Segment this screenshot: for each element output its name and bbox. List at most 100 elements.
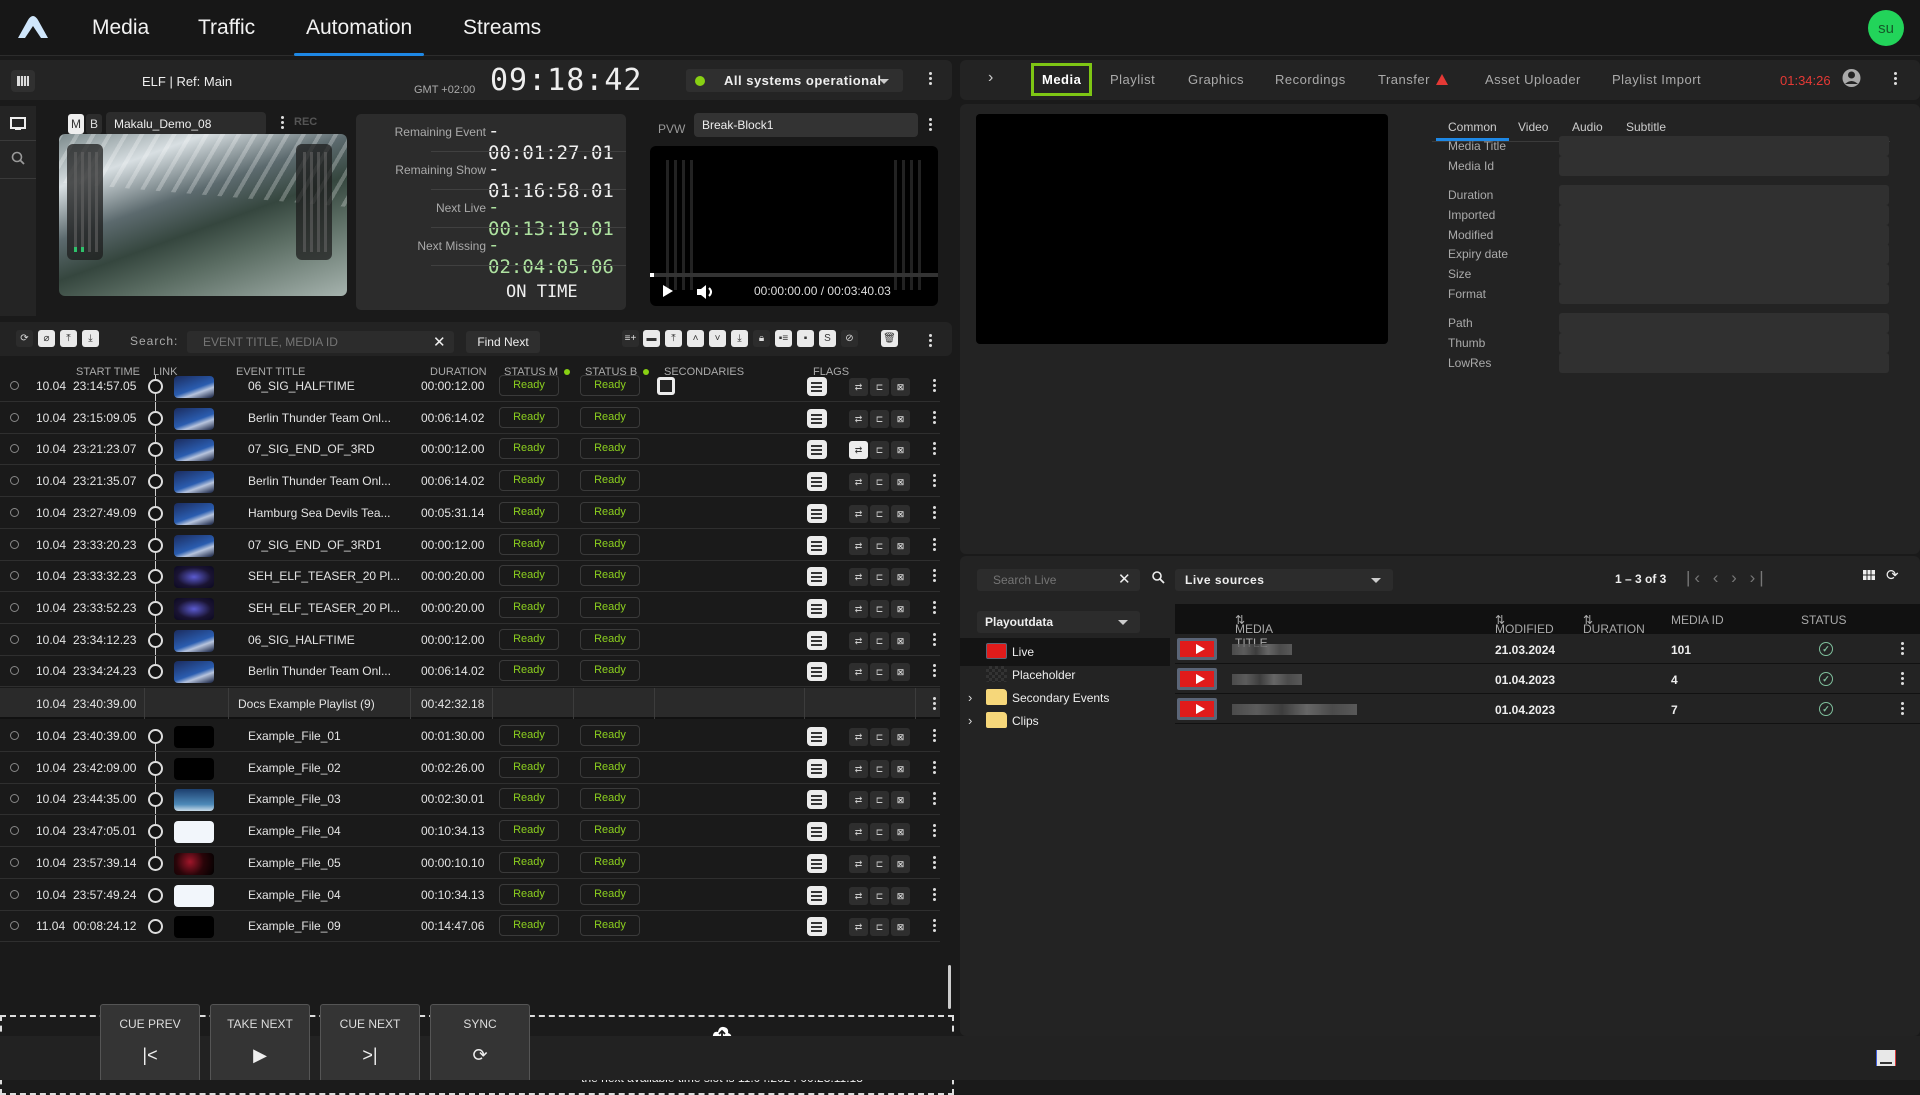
split-flag-icon[interactable]: ⊏ <box>870 759 889 778</box>
row-menu-button[interactable] <box>929 729 939 742</box>
no-image-flag-icon[interactable]: ⊠ <box>891 504 910 523</box>
col-media-id[interactable]: MEDIA ID <box>1671 613 1724 627</box>
rundown-row[interactable]: 10.04 23:33:52.23 SEH_ELF_TEASER_20 Pl... 0… <box>0 593 940 624</box>
playlist-flag-icon[interactable] <box>807 790 827 810</box>
playlist-flag-icon[interactable] <box>807 535 827 555</box>
expand-panel-icon[interactable]: › <box>988 69 994 87</box>
rundown-menu-button[interactable] <box>925 334 935 347</box>
refresh-icon[interactable]: ⟳ <box>16 330 33 347</box>
link-node-icon[interactable] <box>148 792 163 808</box>
split-flag-icon[interactable]: ⊏ <box>870 504 889 523</box>
row-menu-button[interactable] <box>929 569 939 583</box>
clear-search-icon[interactable]: ✕ <box>433 333 446 351</box>
loop-flag-icon[interactable]: ⇄ <box>849 409 868 428</box>
subtab-audio[interactable]: Audio <box>1572 120 1603 134</box>
loop-flag-icon[interactable]: ⇄ <box>849 918 868 937</box>
row-menu-button[interactable] <box>929 919 939 933</box>
layout-toggle-button[interactable] <box>11 70 35 92</box>
playlist-flag-icon[interactable] <box>807 853 827 873</box>
subtab-subtitle[interactable]: Subtitle <box>1626 120 1666 134</box>
library-row-menu-button[interactable] <box>1897 642 1907 655</box>
user-icon[interactable] <box>1842 68 1861 88</box>
row-menu-button[interactable] <box>929 664 939 678</box>
jump-bottom-icon[interactable]: ⤓ <box>82 330 99 347</box>
mode-b-button[interactable]: B <box>86 114 102 134</box>
no-image-flag-icon[interactable]: ⊠ <box>891 791 910 810</box>
library-row[interactable]: 01.04.2023 4 ✓ <box>1175 664 1920 694</box>
split-flag-icon[interactable]: ⊏ <box>870 791 889 810</box>
link-node-icon[interactable] <box>148 569 163 585</box>
link-node-icon[interactable] <box>148 474 163 490</box>
row-menu-button[interactable] <box>929 410 939 424</box>
rundown-row[interactable]: 10.04 23:21:23.07 07_SIG_END_OF_3RD 00:00:1… <box>0 434 940 466</box>
volume-icon[interactable] <box>696 284 716 300</box>
rundown-row[interactable]: 10.04 23:57:49.24 Example_File_04 00:10:34.… <box>0 880 940 911</box>
link-node-icon[interactable] <box>148 410 163 426</box>
tab-playlist[interactable]: Playlist <box>1110 72 1155 87</box>
split-flag-icon[interactable]: ⊏ <box>870 631 889 650</box>
rundown-row[interactable]: 10.04 23:33:20.23 07_SIG_END_OF_3RD1 00:00:… <box>0 530 940 561</box>
split-flag-icon[interactable]: ⊏ <box>870 918 889 937</box>
cue-next-button[interactable]: CUE NEXT >| <box>320 1004 420 1080</box>
nav-tab-streams[interactable]: Streams <box>463 16 541 40</box>
secondary-image-icon[interactable] <box>657 377 675 395</box>
link-node-icon[interactable] <box>148 919 163 935</box>
link-node-icon[interactable] <box>148 442 163 458</box>
loop-flag-icon[interactable]: ⇄ <box>849 536 868 555</box>
field-value[interactable] <box>1559 333 1889 353</box>
move-to-bottom-icon[interactable]: ⤓ <box>731 330 748 347</box>
field-value[interactable] <box>1559 185 1889 205</box>
sync-button[interactable]: SYNC ⟳ <box>430 1004 530 1080</box>
no-image-flag-icon[interactable]: ⊠ <box>891 599 910 618</box>
link-node-icon[interactable] <box>148 505 163 521</box>
rundown-row[interactable]: 10.04 23:15:09.05 Berlin Thunder Team Onl.… <box>0 403 940 434</box>
field-value[interactable] <box>1559 225 1889 245</box>
channel-menu-button[interactable] <box>925 72 935 85</box>
timer-off-icon[interactable]: ⌀ <box>38 330 55 347</box>
row-menu-button[interactable] <box>929 379 939 392</box>
field-value[interactable] <box>1559 313 1889 333</box>
tree-item-clips[interactable]: › Clips <box>960 707 1170 735</box>
loop-flag-icon[interactable]: ⇄ <box>849 378 868 396</box>
row-menu-button[interactable] <box>929 537 939 551</box>
no-image-flag-icon[interactable]: ⊠ <box>891 728 910 746</box>
playlist-flag-icon[interactable] <box>807 758 827 778</box>
tab-graphics[interactable]: Graphics <box>1188 72 1244 87</box>
rundown-row[interactable]: 10.04 23:21:35.07 Berlin Thunder Team Onl.… <box>0 466 940 498</box>
row-menu-button[interactable] <box>929 792 939 806</box>
playlist-flag-icon[interactable] <box>807 662 827 682</box>
rundown-row[interactable]: 10.04 23:14:57.05 06_SIG_HALFTIME 00:00:12.… <box>0 375 940 402</box>
rundown-search-input[interactable] <box>187 331 454 353</box>
field-value[interactable] <box>1559 205 1889 225</box>
split-flag-icon[interactable]: ⊏ <box>870 599 889 618</box>
rundown-row[interactable]: 10.04 23:34:12.23 06_SIG_HALFTIME 00:00:12.… <box>0 625 940 656</box>
loop-flag-icon[interactable]: ⇄ <box>849 631 868 650</box>
nav-tab-traffic[interactable]: Traffic <box>198 16 255 40</box>
split-flag-icon[interactable]: ⊏ <box>870 568 889 587</box>
no-image-flag-icon[interactable]: ⊠ <box>891 663 910 682</box>
clear-search-icon[interactable]: ✕ <box>1118 570 1131 588</box>
col-status[interactable]: STATUS <box>1801 613 1847 627</box>
playlist-flag-icon[interactable] <box>807 567 827 587</box>
insert-block-icon[interactable]: ▬ <box>643 330 660 347</box>
mode-m-button[interactable]: M <box>68 114 84 134</box>
rundown-row[interactable]: 10.04 23:57:39.14 Example_File_05 00:00:10.… <box>0 848 940 879</box>
link-node-icon[interactable] <box>148 664 163 680</box>
system-status-dropdown[interactable]: All systems operational <box>686 69 903 92</box>
subtab-video[interactable]: Video <box>1518 120 1548 134</box>
field-value[interactable] <box>1559 353 1889 373</box>
no-image-flag-icon[interactable]: ⊠ <box>891 441 910 460</box>
rundown-row[interactable]: 10.04 23:44:35.00 Example_File_03 00:02:30.… <box>0 784 940 816</box>
no-secondary-icon[interactable]: ⊘ <box>841 330 858 347</box>
rundown-row[interactable]: 10.04 23:34:24.23 Berlin Thunder Team Onl.… <box>0 656 940 688</box>
loop-flag-icon[interactable]: ⇄ <box>849 599 868 618</box>
lock-icon[interactable]: 🔒︎ <box>753 330 770 347</box>
toggle-list-icon[interactable]: ▪≡ <box>775 330 792 347</box>
tab-playlist-import[interactable]: Playlist Import <box>1612 72 1701 87</box>
loop-flag-icon[interactable]: ⇄ <box>849 728 868 746</box>
preview-menu-button[interactable] <box>925 118 935 131</box>
no-image-flag-icon[interactable]: ⊠ <box>891 918 910 937</box>
link-node-icon[interactable] <box>148 600 163 616</box>
link-node-icon[interactable] <box>148 887 163 903</box>
rundown-row[interactable]: 10.04 23:40:39.00 Example_File_01 00:01:30.… <box>0 721 940 752</box>
